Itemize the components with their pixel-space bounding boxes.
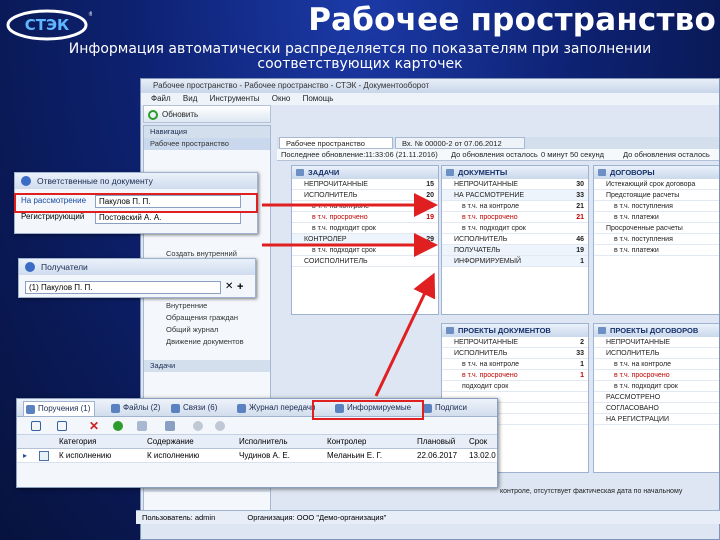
arrow-to-informed [374,272,436,397]
annotation-arrows [262,193,438,397]
